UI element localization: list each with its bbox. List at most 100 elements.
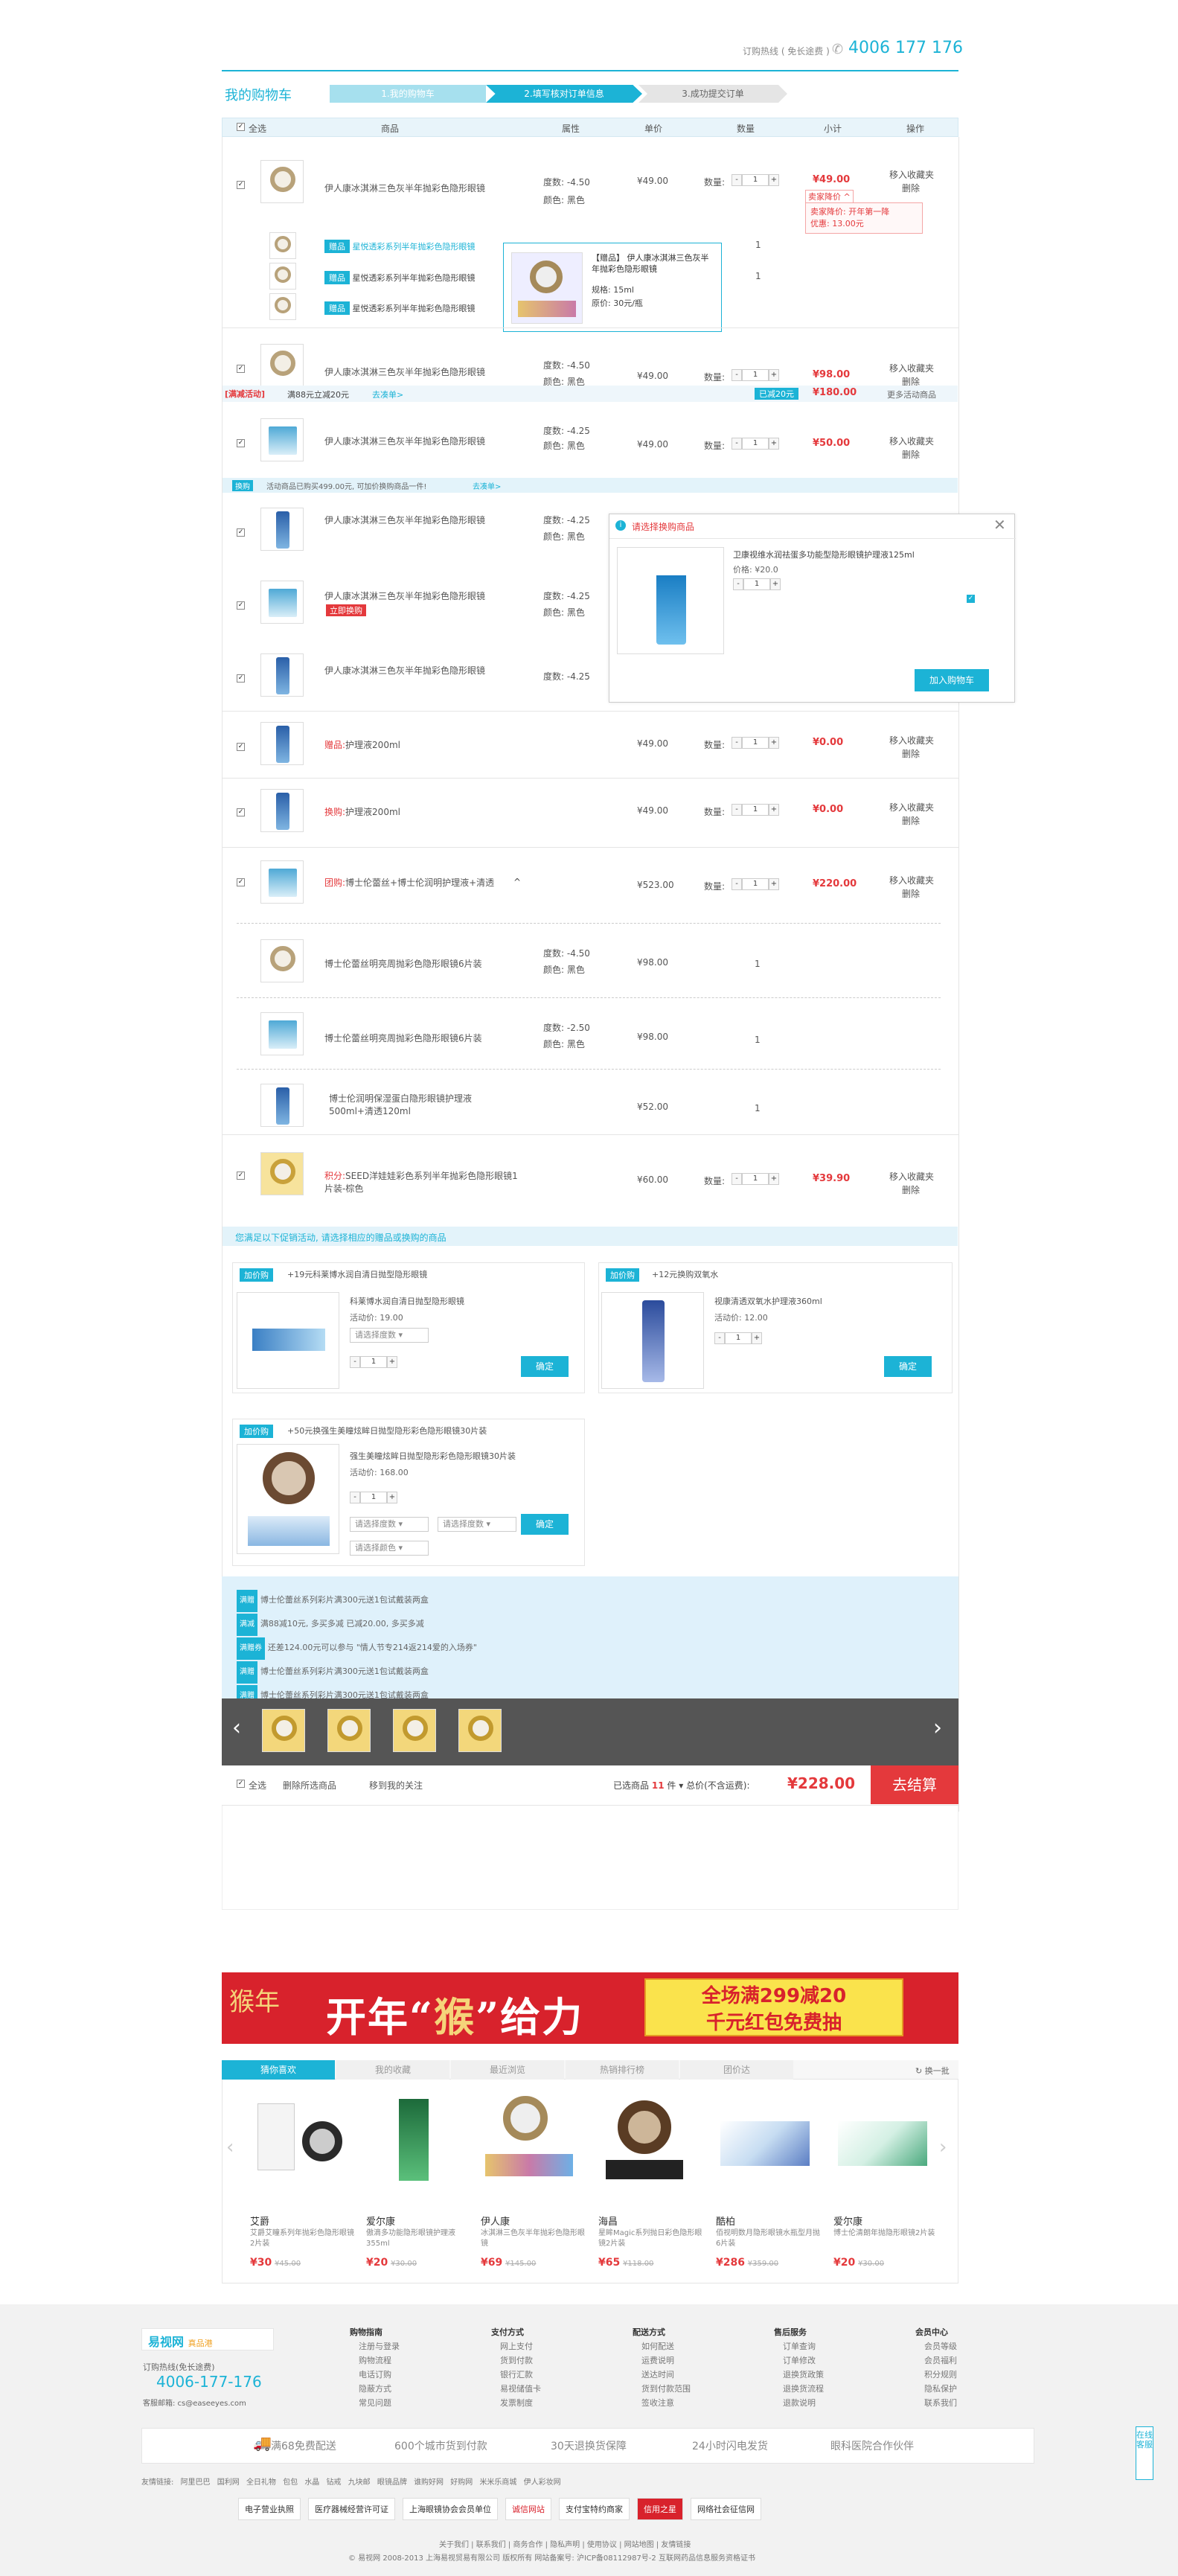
carousel-item[interactable] [393,1709,436,1752]
row10-qty-stepper[interactable]: -1 + [732,1173,779,1185]
row1-checkbox[interactable]: ✓ [237,181,245,189]
row4-checkbox[interactable]: ✓ [237,528,245,537]
rec-item[interactable]: 伊人康 冰淇淋三色灰半年抛彩色隐形眼镜 ¥69 ¥145.00 [481,2091,585,2278]
addon3-qty[interactable]: -1 + [350,1492,397,1503]
checkout-button[interactable]: 去结算 [871,1765,958,1804]
carousel-item[interactable] [327,1709,371,1752]
rec-prev-icon[interactable]: ‹ [226,2136,234,2158]
row3-qty-stepper[interactable]: -1 + [732,438,779,450]
bundle3-name[interactable]: 博士伦润明保湿蛋白隐形眼镜护理液500ml+清透120ml [329,1093,515,1118]
row7-name[interactable]: 赠品:护理液200ml [324,738,400,751]
rec-item[interactable]: 艾爵 艾爵艾瞳系列年抛彩色隐形眼镜2片装 ¥30 ¥45.00 [250,2091,354,2278]
row5-thumb[interactable] [260,581,304,624]
row9-thumb[interactable] [260,860,304,904]
row4-name[interactable]: 伊人康冰淇淋三色灰半年抛彩色隐形眼镜 [324,514,485,526]
row6-name[interactable]: 伊人康冰淇淋三色灰半年抛彩色隐形眼镜 [324,664,485,677]
row1-qty-stepper[interactable]: -1 + [732,174,779,186]
addon3-confirm-button[interactable]: 确定 [521,1514,569,1535]
row2-name[interactable]: 伊人康冰淇淋三色灰半年抛彩色隐形眼镜 [324,365,485,378]
row1-thumb[interactable] [260,160,304,203]
swap-popup-image[interactable] [617,547,724,654]
bundle2-name[interactable]: 博士伦蕾丝明亮周抛彩色隐形眼镜6片装 [324,1032,482,1044]
row3-delete[interactable]: 删除 [902,448,920,461]
row7-checkbox[interactable]: ✓ [237,743,245,751]
checkout-select-all-checkbox[interactable]: ✓ [237,1780,245,1788]
row9-qty-stepper[interactable]: -1 + [732,878,779,890]
row3-name[interactable]: 伊人康冰淇淋三色灰半年抛彩色隐形眼镜 [324,435,485,447]
row5-name[interactable]: 伊人康冰淇淋三色灰半年抛彩色隐形眼镜 [324,589,485,602]
row1-move-fav[interactable]: 移入收藏夹 [889,168,934,181]
row7-thumb[interactable] [260,722,304,765]
row9-name[interactable]: 团购:博士伦蕾丝+博士伦润明护理液+清透 [324,877,496,889]
row1-price-drop-badge[interactable]: 卖家降价 ^ [805,190,854,203]
footer-bottom-links[interactable]: 关于我们 | 联系我们 | 商务合作 | 隐私声明 | 使用协议 | 网站地图 … [439,2538,691,2549]
addon1-image[interactable] [237,1292,339,1389]
rec-item-image[interactable] [833,2091,930,2188]
swap-popup-qty[interactable]: -1 + [733,578,781,590]
chevron-up-icon[interactable]: ^ [513,877,521,887]
row7-delete[interactable]: 删除 [902,747,920,760]
bundle1-name[interactable]: 博士伦蕾丝明亮周抛彩色隐形眼镜6片装 [324,957,482,970]
swap-popup-checkbox[interactable]: ✓ [967,595,975,603]
row8-name[interactable]: 换购:护理液200ml [324,805,400,818]
addon3-color-select[interactable]: 请选择颜色 ▾ [350,1541,429,1556]
rec-item[interactable]: 酷柏 佰视明数月隐形眼镜水瓶型月抛6片装 ¥286 ¥359.00 [716,2091,820,2278]
row9-move-fav[interactable]: 移入收藏夹 [889,874,934,886]
row2-thumb[interactable] [260,344,304,387]
bundle1-thumb[interactable] [260,939,304,982]
row8-thumb[interactable] [260,789,304,832]
gift2-name[interactable]: 赠品 星悦透彩系列半年抛彩色隐形眼镜 [324,271,476,284]
select-all-checkbox[interactable]: ✓ [237,123,245,131]
row7-qty-stepper[interactable]: -1 + [732,737,779,749]
row3-thumb[interactable] [260,418,304,461]
row1-name[interactable]: 伊人康冰淇淋三色灰半年抛彩色隐形眼镜 [324,182,485,194]
row8-checkbox[interactable]: ✓ [237,808,245,816]
carousel-next-icon[interactable]: › [933,1715,942,1741]
tab-favorites[interactable]: 我的收藏 [336,2060,449,2080]
addon3-image[interactable] [237,1444,339,1554]
row6-thumb[interactable] [260,653,304,697]
row7-move-fav[interactable]: 移入收藏夹 [889,734,934,747]
row8-qty-stepper[interactable]: -1 + [732,804,779,816]
row3-checkbox[interactable]: ✓ [237,439,245,447]
gift1-name[interactable]: 赠品 星悦透彩系列半年抛彩色隐形眼镜 [324,240,476,253]
promo-bar-more[interactable]: 更多活动商品 [887,389,936,400]
row8-delete[interactable]: 删除 [902,814,920,827]
promo-banner[interactable]: 猴年 开年“猴”给力 全场满299减20 千元红包免费抽 [222,1972,958,2044]
addon1-degree-select[interactable]: 请选择度数 ▾ [350,1328,429,1343]
addon2-confirm-button[interactable]: 确定 [884,1356,932,1377]
rec-item-image[interactable] [481,2091,577,2188]
row2-checkbox[interactable]: ✓ [237,365,245,373]
row3-move-fav[interactable]: 移入收藏夹 [889,435,934,447]
tab-group[interactable]: 团价达 [680,2060,793,2080]
exchange-bar-link[interactable]: 去凑单> [473,480,501,491]
addon1-name[interactable]: 科莱博水润自清日抛型隐形眼镜 [350,1295,464,1307]
add-to-cart-button[interactable]: 加入购物车 [915,669,989,691]
row4-thumb[interactable] [260,508,304,551]
rec-item-image[interactable] [250,2091,347,2188]
row5-badge[interactable]: 立即换购 [326,604,366,616]
rec-item[interactable]: 爱尔康 博士伦清朗年抛隐形眼镜2片装 ¥20 ¥30.00 [833,2091,938,2278]
row10-delete[interactable]: 删除 [902,1183,920,1196]
addon2-image[interactable] [601,1292,704,1389]
rec-item-image[interactable] [598,2091,695,2188]
bundle3-thumb[interactable] [260,1084,304,1127]
gift3-name[interactable]: 赠品 星悦透彩系列半年抛彩色隐形眼镜 [324,301,476,315]
row10-move-fav[interactable]: 移入收藏夹 [889,1170,934,1183]
row9-checkbox[interactable]: ✓ [237,878,245,886]
addon3-name[interactable]: 强生美瞳炫眸日抛型隐形彩色隐形眼镜30片装 [350,1450,516,1462]
rec-next-icon[interactable]: › [939,2136,947,2158]
addon3-degree-select-right[interactable]: 请选择度数 ▾ [438,1517,516,1532]
row2-move-fav[interactable]: 移入收藏夹 [889,362,934,374]
promo-bar-link[interactable]: 去凑单> [372,389,403,400]
rec-item-image[interactable] [716,2091,813,2188]
refresh-link[interactable]: ↻ 换一批 [915,2065,950,2077]
tab-hot[interactable]: 热销排行榜 [566,2060,679,2080]
tab-guess-like[interactable]: 猜你喜欢 [222,2060,335,2080]
carousel-prev-icon[interactable]: ‹ [232,1715,241,1741]
side-float-service[interactable]: 在线客服 [1136,2426,1153,2480]
delete-selected-link[interactable]: 删除所选商品 [283,1779,336,1792]
row10-name[interactable]: 积分:SEED洋娃娃彩色系列半年抛彩色隐形眼镜1片装-棕色 [324,1170,525,1195]
carousel-item[interactable] [458,1709,502,1752]
row1-delete[interactable]: 删除 [902,182,920,194]
